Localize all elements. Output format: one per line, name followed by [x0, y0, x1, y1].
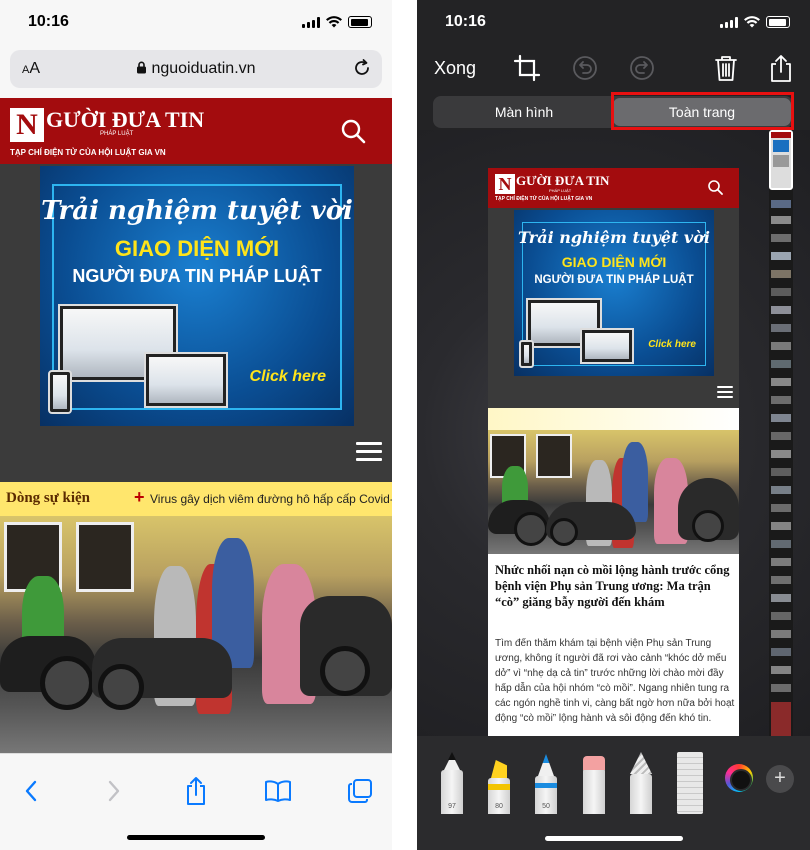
crop-icon[interactable] — [513, 54, 541, 82]
share-icon — [187, 777, 205, 805]
status-bar: 10:16 — [417, 0, 810, 44]
tabs-icon — [348, 779, 372, 803]
share-icon[interactable] — [767, 54, 795, 82]
status-time: 10:16 — [445, 13, 486, 30]
safari-screen: 10:16 AAAA nguoiduatin.vn NGƯỜI ĐƯA TIN … — [0, 0, 392, 850]
drawing-tools-palette: 97 80 50 + — [417, 736, 810, 850]
undo-icon[interactable] — [571, 54, 599, 82]
thumbnail-viewport[interactable] — [769, 130, 793, 190]
event-ticker-text[interactable]: Virus gây dịch viêm đường hô hấp cấp Cov… — [150, 492, 392, 506]
lock-icon — [137, 61, 147, 74]
event-label: Dòng sự kiện — [6, 490, 91, 506]
marker-tool[interactable]: 80 — [488, 756, 510, 814]
search-icon[interactable] — [340, 118, 366, 144]
battery-icon — [766, 16, 790, 28]
bookmarks-button[interactable] — [261, 774, 295, 808]
banner-headline: Trải nghiệm tuyệt vời — [41, 196, 353, 226]
article-photo[interactable] — [0, 516, 392, 753]
status-bar: 10:16 — [0, 0, 392, 44]
segment-screen[interactable]: Màn hình — [435, 98, 613, 126]
chevron-left-icon — [25, 780, 37, 802]
event-ticker-bar: Dòng sự kiện + Virus gây dịch viêm đường… — [0, 482, 392, 516]
home-indicator — [127, 835, 265, 840]
plus-icon: + — [134, 487, 145, 507]
promo-banner[interactable]: Trải nghiệm tuyệt vời GIAO DIỆN MỚI NGƯỜ… — [40, 166, 354, 426]
banner-brand: NGƯỜI ĐƯA TIN PHÁP LUẬT — [72, 266, 322, 286]
book-icon — [265, 780, 291, 802]
markup-screen: 10:16 Xong Màn hình Toàn trang N GƯỜI ĐƯ… — [417, 0, 810, 850]
highlight-annotation — [611, 92, 794, 130]
search-icon — [708, 180, 723, 195]
wifi-icon — [326, 16, 342, 28]
battery-icon — [348, 16, 372, 28]
preview-site-header: N GƯỜI ĐƯA TIN PHÁP LUẬT TẠP CHÍ ĐIỆN TỬ … — [488, 168, 739, 208]
add-tool-button[interactable]: + — [766, 765, 794, 793]
menu-icon[interactable] — [356, 442, 382, 462]
redo-icon[interactable] — [628, 54, 656, 82]
monitor-image — [144, 352, 228, 408]
web-page: N GƯỜI ĐƯA TIN PHÁP LUẬT TẠP CHÍ ĐIỆN TỬ … — [0, 98, 392, 753]
pencil-tool[interactable]: 50 — [535, 752, 557, 814]
signal-icon — [302, 16, 320, 28]
address-bar[interactable]: AAAA nguoiduatin.vn — [10, 50, 382, 88]
preview-article: Nhức nhối nạn cò mồi lộng hành trước cổn… — [488, 408, 739, 736]
article-title: Nhức nhối nạn cò mồi lộng hành trước cổn… — [495, 563, 730, 609]
preview-banner: Trải nghiệm tuyệt vời GIAO DIỆN MỚI NGƯỜ… — [514, 210, 714, 376]
eraser-tool[interactable] — [583, 756, 605, 814]
markup-toolbar: Xong — [417, 50, 810, 90]
safari-toolbar — [0, 753, 392, 850]
preview-article-photo — [488, 430, 739, 554]
article-summary: Tìm đến thăm khám tại bệnh viện Phụ sản … — [495, 638, 735, 724]
trash-icon[interactable] — [712, 54, 740, 82]
color-picker-icon[interactable] — [725, 764, 753, 792]
back-button[interactable] — [14, 774, 48, 808]
home-indicator — [544, 836, 683, 841]
page-thumbnail-strip[interactable] — [769, 130, 793, 736]
screenshot-canvas[interactable]: N GƯỜI ĐƯA TIN PHÁP LUẬT TẠP CHÍ ĐIỆN TỬ … — [417, 130, 810, 736]
wifi-icon — [744, 16, 760, 28]
share-button[interactable] — [179, 774, 213, 808]
reload-icon[interactable] — [352, 58, 372, 78]
phone-image — [48, 370, 72, 414]
pen-tool[interactable]: 97 — [441, 752, 463, 814]
full-page-preview: N GƯỜI ĐƯA TIN PHÁP LUẬT TẠP CHÍ ĐIỆN TỬ … — [488, 168, 739, 736]
signal-icon — [720, 16, 738, 28]
status-time: 10:16 — [28, 13, 69, 30]
ruler-tool[interactable] — [677, 752, 703, 814]
url-text: nguoiduatin.vn — [151, 60, 256, 77]
menu-icon — [717, 386, 733, 400]
forward-button[interactable] — [97, 774, 131, 808]
site-header: N GƯỜI ĐƯA TIN PHÁP LUẬT TẠP CHÍ ĐIỆN TỬ … — [0, 98, 392, 164]
site-logo[interactable]: N GƯỜI ĐƯA TIN PHÁP LUẬT TẠP CHÍ ĐIỆN TỬ … — [10, 108, 204, 157]
tabs-button[interactable] — [343, 774, 377, 808]
chevron-right-icon — [108, 780, 120, 802]
banner-subheadline: GIAO DIỆN MỚI — [114, 236, 280, 261]
done-button[interactable]: Xong — [434, 58, 476, 79]
lasso-tool[interactable] — [630, 752, 652, 814]
click-here-label: Click here — [249, 368, 326, 385]
